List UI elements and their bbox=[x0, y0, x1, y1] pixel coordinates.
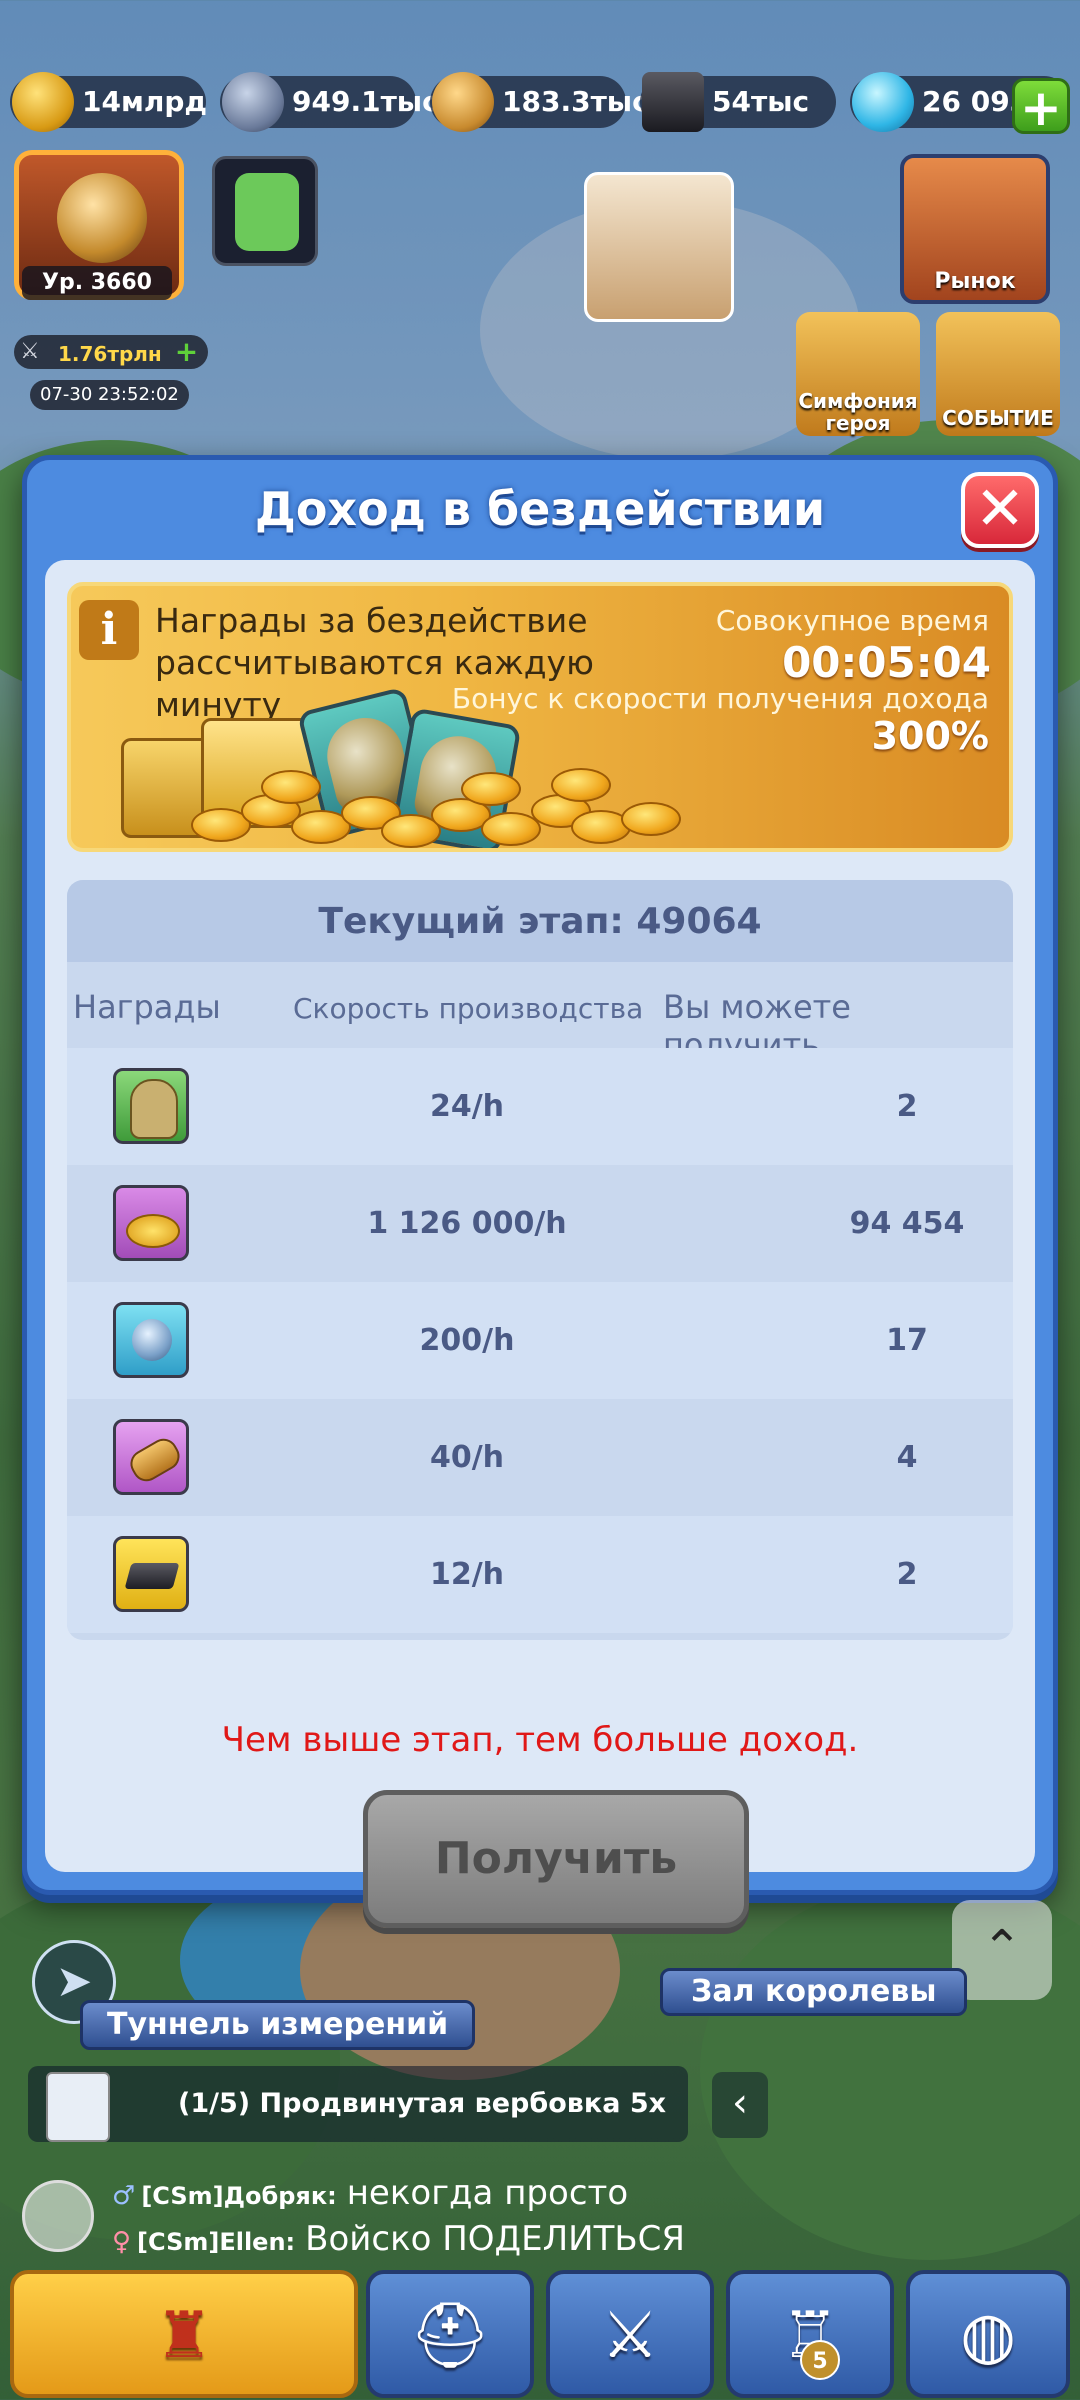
wood-log-icon[interactable] bbox=[113, 1419, 189, 1495]
obtainable-amount: 17 bbox=[886, 1323, 928, 1358]
treasure-pile-illustration bbox=[121, 686, 691, 848]
nav-battle[interactable]: ⚔ bbox=[546, 2270, 714, 2398]
info-icon[interactable]: i bbox=[79, 600, 139, 660]
chevron-left-icon[interactable]: ‹ bbox=[712, 2072, 768, 2138]
total-time-label: Совокупное время bbox=[715, 604, 989, 637]
obtainable-amount: 4 bbox=[896, 1440, 918, 1475]
globe-chat-icon[interactable] bbox=[22, 2180, 94, 2252]
wood-log-icon bbox=[432, 72, 494, 132]
dialog-title: Доход в бездействии bbox=[254, 482, 826, 536]
column-rewards: Награды bbox=[73, 988, 221, 1026]
current-stage: Текущий этап: 49064 bbox=[67, 880, 1013, 962]
column-rate: Скорость производства bbox=[293, 992, 644, 1025]
nav-castle[interactable]: ♜ bbox=[10, 2270, 358, 2398]
quest-text: (1/5) Продвинутая вербовка 5x bbox=[178, 2088, 667, 2119]
close-button[interactable]: ✕ bbox=[961, 472, 1039, 548]
table-row: 200/h 17 bbox=[67, 1282, 1013, 1399]
diamond-icon bbox=[852, 72, 914, 132]
knight-helmet-icon[interactable] bbox=[113, 1068, 189, 1144]
production-rate: 200/h bbox=[419, 1323, 515, 1358]
resource-gems[interactable]: 26 093 + bbox=[850, 72, 1070, 135]
crossed-swords-icon: ⚔ bbox=[601, 2299, 659, 2373]
viking-helmet-icon: ⛑ bbox=[409, 2299, 491, 2373]
castle-banner-icon: ♜ bbox=[155, 2299, 213, 2373]
resource-wood[interactable]: 183.3тыс bbox=[430, 72, 649, 132]
bottom-navigation: ♜ ⛑ ⚔ ♖ 5 ◍ bbox=[0, 2260, 1080, 2400]
gold-coins-icon[interactable] bbox=[113, 1185, 189, 1261]
dialog-body: i Награды за бездействие рассчитываются … bbox=[45, 560, 1035, 1928]
crown-coin-icon bbox=[12, 72, 74, 132]
female-icon: ♀ bbox=[112, 2227, 132, 2257]
table-row: 24/h 2 bbox=[67, 1048, 1013, 1165]
nav-alliance[interactable]: ♖ 5 bbox=[726, 2270, 894, 2398]
support-agent-icon bbox=[235, 173, 299, 251]
chat-message: ♀ [CSm]Ellen: Войско ПОДЕЛИТЬСЯ bbox=[112, 2219, 686, 2259]
resource-stone[interactable]: 949.1тыс bbox=[220, 72, 439, 132]
player-level: Ур. 3660 bbox=[22, 266, 172, 300]
resource-gold[interactable]: 14млрд bbox=[10, 72, 207, 132]
bonus-value: 300% bbox=[871, 714, 989, 758]
quest-tracker[interactable]: (1/5) Продвинутая вербовка 5x bbox=[28, 2066, 688, 2142]
nav-heroes[interactable]: ⛑ bbox=[366, 2270, 534, 2398]
production-rate: 24/h bbox=[429, 1089, 505, 1124]
pet-egg-button[interactable] bbox=[584, 172, 734, 322]
male-icon: ♂ bbox=[112, 2181, 136, 2211]
chat-message: ♂ [CSm]Добряк: некогда просто bbox=[112, 2173, 629, 2213]
crossed-swords-icon: ⚔ bbox=[20, 339, 40, 364]
queen-hall-label[interactable]: Зал королевы bbox=[660, 1968, 968, 2016]
stone-icon bbox=[222, 72, 284, 132]
power-indicator[interactable]: ⚔ 1.76трлн + bbox=[14, 335, 209, 369]
table-row: 12/h 2 bbox=[67, 1516, 1013, 1633]
hero-symphony-button[interactable]: Симфония героя bbox=[796, 312, 920, 436]
production-rate: 1 126 000/h bbox=[367, 1206, 567, 1241]
idle-reward-banner: i Награды за бездействие рассчитываются … bbox=[67, 582, 1013, 852]
obtainable-amount: 2 bbox=[896, 1557, 918, 1592]
buy-gems-button[interactable]: + bbox=[1012, 78, 1070, 135]
iron-ingot-icon[interactable] bbox=[113, 1536, 189, 1612]
table-row: 40/h 4 bbox=[67, 1399, 1013, 1516]
event-button[interactable]: СОБЫТИЕ bbox=[936, 312, 1060, 436]
table-row: 1 126 000/h 94 454 bbox=[67, 1165, 1013, 1282]
production-rate: 40/h bbox=[429, 1440, 505, 1475]
nav-world[interactable]: ◍ bbox=[906, 2270, 1070, 2398]
notification-badge: 5 bbox=[800, 2340, 840, 2380]
production-rate: 12/h bbox=[429, 1557, 505, 1592]
idle-income-dialog: Доход в бездействии ✕ i Награды за безде… bbox=[22, 455, 1058, 1928]
stage-rewards-table: Текущий этап: 49064 Награды Скорость про… bbox=[67, 880, 1013, 1640]
obtainable-amount: 2 bbox=[896, 1089, 918, 1124]
claim-button[interactable]: Получить bbox=[363, 1790, 749, 1928]
total-time-value: 00:05:04 bbox=[782, 638, 991, 687]
power-plus-icon: + bbox=[174, 335, 199, 368]
resource-iron[interactable]: 54тыс bbox=[640, 72, 836, 132]
world-globe-icon: ◍ bbox=[960, 2299, 1016, 2373]
server-clock: 07-30 23:52:02 bbox=[30, 380, 189, 410]
reward-rows: 24/h 2 1 126 000/h 94 454 200/h 17 40/h … bbox=[67, 1048, 1013, 1633]
iron-ingot-icon bbox=[642, 72, 704, 132]
market-button[interactable]: Рынок bbox=[900, 154, 1050, 304]
dimension-tunnel-label[interactable]: Туннель измерений bbox=[80, 2000, 476, 2050]
knight-portrait-icon bbox=[57, 173, 147, 263]
customer-support-button[interactable] bbox=[212, 156, 318, 266]
quest-scroll-icon bbox=[46, 2072, 110, 2142]
resource-bar: 14млрд 949.1тыс 183.3тыс 54тыс 26 093 + bbox=[10, 72, 1070, 136]
obtainable-amount: 94 454 bbox=[849, 1206, 965, 1241]
stage-hint: Чем выше этап, тем больше доход. bbox=[221, 1720, 859, 1760]
stone-icon[interactable] bbox=[113, 1302, 189, 1378]
